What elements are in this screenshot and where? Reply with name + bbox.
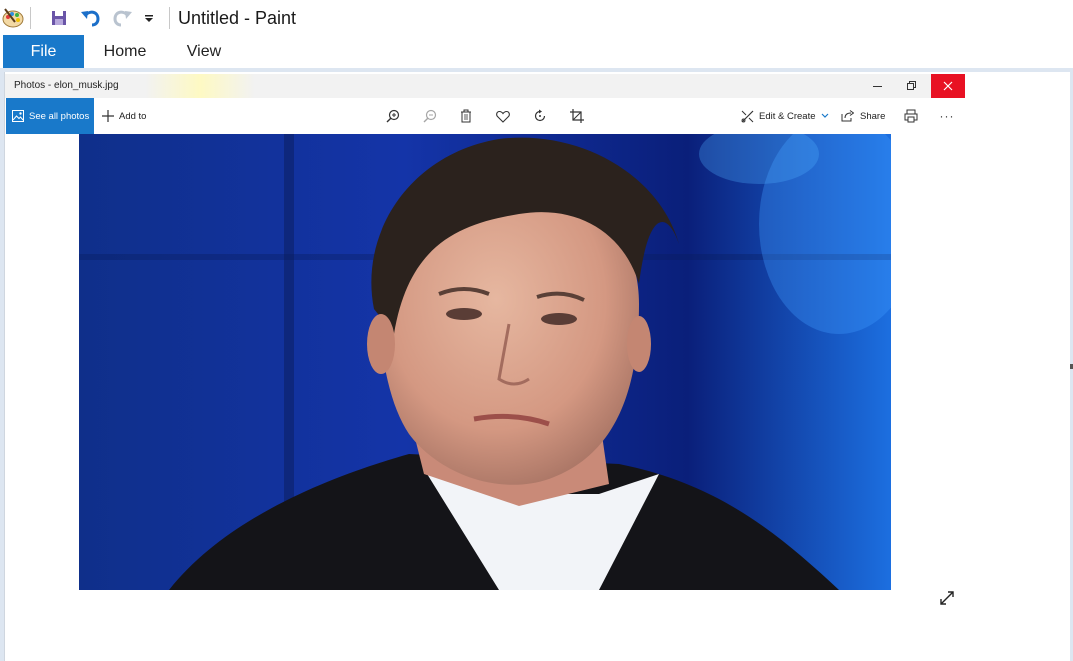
redo-icon[interactable]: [110, 0, 134, 35]
edit-create-button[interactable]: Edit & Create: [741, 98, 834, 134]
photos-title-bar: Photos - elon_musk.jpg: [5, 74, 965, 98]
undo-icon[interactable]: [79, 0, 103, 35]
add-to-label: Add to: [119, 110, 147, 122]
print-icon[interactable]: [899, 98, 923, 134]
more-options-button[interactable]: ···: [934, 98, 960, 134]
add-to-button[interactable]: Add to: [102, 98, 146, 134]
see-all-photos-label: See all photos: [29, 110, 90, 122]
close-icon: [943, 81, 953, 91]
title-separator: [169, 7, 170, 29]
minimize-button[interactable]: [863, 74, 893, 98]
title-bar-highlight: [145, 74, 255, 98]
zoom-in-icon[interactable]: [381, 98, 405, 134]
full-screen-icon[interactable]: [935, 586, 959, 610]
close-button[interactable]: [931, 74, 965, 98]
customize-quick-access-icon[interactable]: [141, 0, 157, 35]
restore-button[interactable]: [897, 74, 927, 98]
edit-create-icon: [741, 110, 754, 122]
window-title: Untitled - Paint: [178, 8, 297, 28]
portrait-photo: [79, 134, 891, 590]
share-icon: [841, 110, 854, 122]
tab-file[interactable]: File: [3, 35, 84, 68]
photos-title: Photos - elon_musk.jpg: [14, 80, 119, 91]
tab-view[interactable]: View: [176, 35, 232, 68]
tab-home[interactable]: Home: [92, 35, 158, 68]
see-all-photos-button[interactable]: See all photos: [6, 98, 94, 134]
chevron-down-icon: [821, 113, 828, 118]
share-label: Share: [860, 110, 886, 122]
paint-window: Untitled - Paint File Home View Photos -…: [0, 0, 1073, 661]
delete-icon[interactable]: [454, 98, 478, 134]
ribbon-tabs: File Home View: [0, 35, 1073, 68]
title-bar: Untitled - Paint: [0, 0, 1073, 35]
photos-toolbar: See all photos Add to Edit & Create Shar…: [5, 98, 965, 134]
paint-app-icon[interactable]: [0, 0, 26, 35]
zoom-out-icon[interactable]: [418, 98, 442, 134]
plus-icon: [102, 110, 114, 122]
share-button[interactable]: Share: [841, 98, 885, 134]
photo-gallery-icon: [12, 110, 24, 122]
crop-icon[interactable]: [565, 98, 589, 134]
save-icon[interactable]: [48, 0, 70, 35]
rotate-icon[interactable]: [528, 98, 552, 134]
quick-access-separator: [30, 7, 31, 29]
favorite-icon[interactable]: [491, 98, 515, 134]
edit-create-label: Edit & Create: [759, 110, 816, 122]
photos-window: Photos - elon_musk.jpg See all photos Ad…: [5, 74, 965, 661]
